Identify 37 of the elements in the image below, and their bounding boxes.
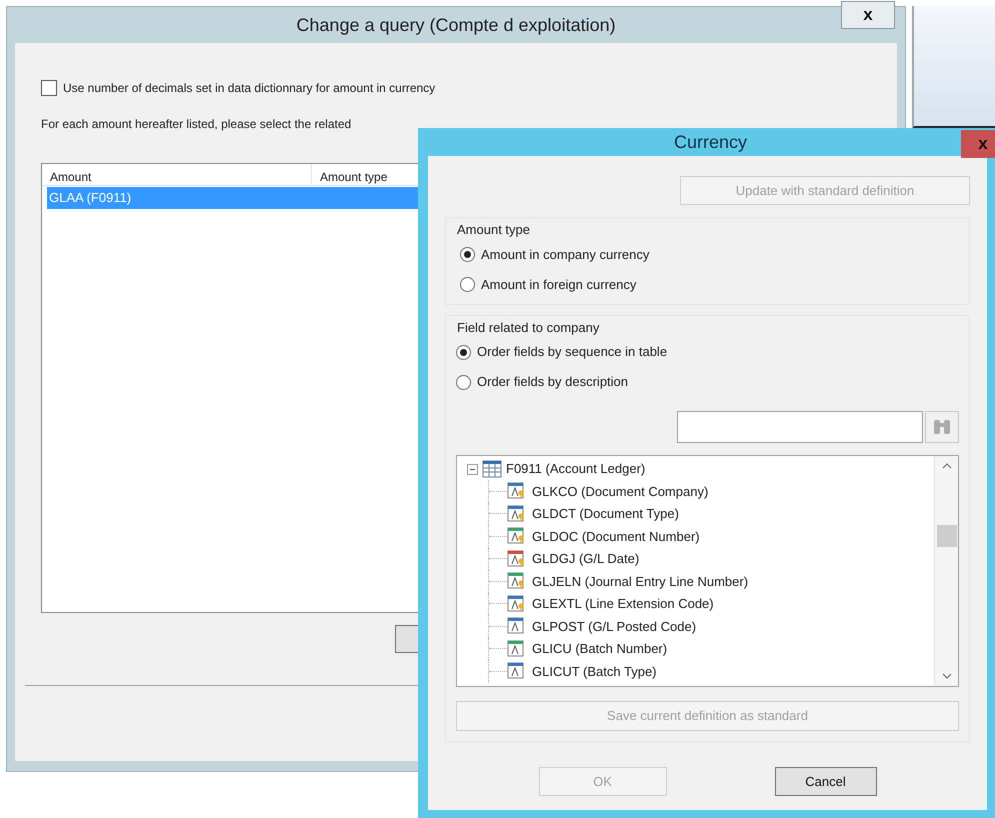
table-icon bbox=[482, 459, 502, 479]
tree-item[interactable]: GLKCO (Document Company) bbox=[532, 482, 708, 501]
radio-label: Amount in company currency bbox=[481, 246, 650, 264]
tree-item[interactable]: GLDCT (Document Type) bbox=[532, 504, 679, 524]
radio-button[interactable] bbox=[460, 247, 475, 262]
radio-label: Amount in foreign currency bbox=[481, 276, 636, 294]
dialog-title: Currency bbox=[674, 130, 748, 154]
close-button[interactable]: x bbox=[841, 1, 895, 29]
tree-item[interactable]: GLEXTL (Line Extension Code) bbox=[532, 594, 714, 614]
group-legend: Field related to company bbox=[457, 318, 959, 337]
scrollbar[interactable] bbox=[934, 456, 958, 686]
scroll-up-icon[interactable] bbox=[942, 462, 952, 470]
tree-item[interactable]: GLPOST (G/L Posted Code) bbox=[532, 616, 696, 636]
instruction-text: For each amount hereafter listed, please select the related bbox=[41, 116, 352, 133]
binoculars-icon bbox=[932, 418, 952, 436]
group-legend: Amount type bbox=[457, 220, 955, 240]
tree-item[interactable]: GLDGJ (G/L Date) bbox=[532, 549, 640, 568]
radio-label: Order fields by sequence in table bbox=[477, 343, 668, 362]
radio-button[interactable] bbox=[456, 374, 471, 390]
radio-button[interactable] bbox=[456, 344, 471, 360]
window-title: Change a query (Compte d exploitation) bbox=[296, 14, 616, 37]
checkbox-label: Use number of decimals set in data dictionnary for amount in currency bbox=[63, 80, 436, 97]
tree-item[interactable]: F0911 (Account Ledger) bbox=[506, 459, 646, 479]
checkbox[interactable] bbox=[41, 80, 57, 96]
tree-item[interactable]: GLICUT (Batch Type) bbox=[532, 662, 657, 681]
cancel-button[interactable]: Cancel bbox=[774, 767, 876, 796]
tree-item[interactable]: GLICU (Batch Number) bbox=[532, 639, 668, 658]
tree-item[interactable]: GLDOC (Document Number) bbox=[532, 526, 700, 546]
scroll-thumb[interactable] bbox=[936, 525, 956, 547]
tree-item[interactable]: GLJELN (Journal Entry Line Number) bbox=[532, 572, 748, 591]
search-field[interactable] bbox=[677, 411, 923, 443]
close-button[interactable]: x bbox=[961, 130, 995, 158]
scroll-down-icon[interactable] bbox=[942, 672, 952, 680]
radio-button[interactable] bbox=[460, 277, 475, 292]
column-header[interactable]: Amount bbox=[42, 164, 312, 185]
radio-label: Order fields by description bbox=[477, 373, 628, 392]
collapse-toggle[interactable] bbox=[467, 464, 478, 474]
